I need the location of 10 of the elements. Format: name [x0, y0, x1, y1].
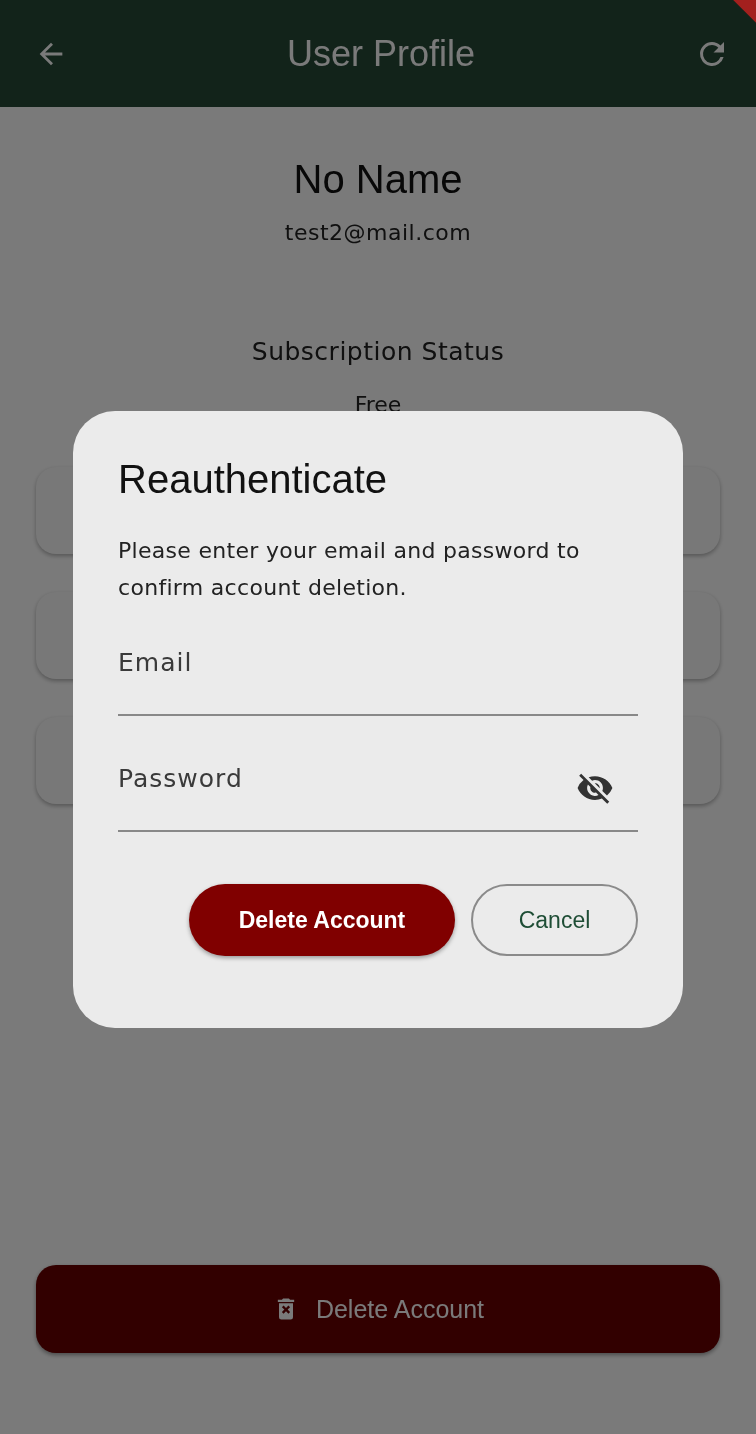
delete-account-button[interactable]: Delete Account [36, 1265, 720, 1353]
dialog-title: Reauthenticate [118, 457, 389, 502]
profile-name: No Name [293, 157, 463, 202]
delete-account-button[interactable]: Delete Account [189, 884, 455, 956]
profile-email: test2@mail.com [284, 220, 472, 245]
cancel-button[interactable]: Cancel [471, 884, 638, 956]
app-bar-title: User Profile [286, 32, 476, 75]
subscription-label: Subscription Status [251, 337, 505, 366]
dialog-message: Please enter your email and password to confirm account deletion. [118, 537, 581, 602]
email-field[interactable]: Email [118, 628, 638, 716]
